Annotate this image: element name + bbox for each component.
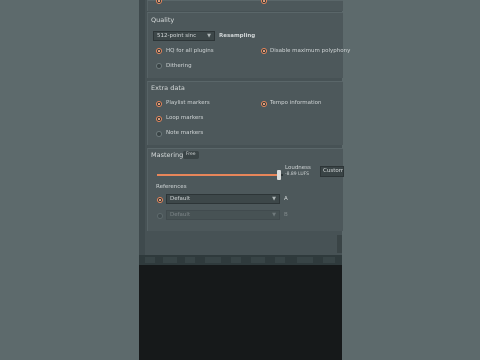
reference-a-radio[interactable] xyxy=(157,197,163,203)
loudness-value: -8.89 LUFS xyxy=(285,172,310,177)
reference-a-value: Default xyxy=(170,196,191,202)
resampling-dropdown[interactable]: 512-point sinc ▼ xyxy=(153,31,215,41)
tempo-information-label: Tempo information xyxy=(270,100,322,106)
timeline-block xyxy=(205,257,221,263)
extra-data-title: Extra data xyxy=(151,84,185,92)
timeline-block xyxy=(275,257,285,263)
hq-plugins-label: HQ for all plugins xyxy=(166,48,214,54)
reference-a-suffix: A xyxy=(284,196,288,202)
mastering-badge: Free xyxy=(183,151,199,159)
reference-b-value: Default xyxy=(170,212,191,218)
chevron-down-icon: ▼ xyxy=(272,212,276,218)
top-option-2-radio[interactable] xyxy=(261,0,267,4)
playlist-markers-radio[interactable] xyxy=(156,101,162,107)
reference-b-dropdown[interactable]: Default ▼ xyxy=(166,210,280,220)
timeline-block xyxy=(145,257,155,263)
resampling-value: 512-point sinc xyxy=(157,33,197,39)
quality-section: Quality 512-point sinc ▼ Resampling HQ f… xyxy=(147,12,350,78)
timeline-block xyxy=(297,257,313,263)
tempo-information-radio[interactable] xyxy=(261,101,267,107)
chevron-down-icon: ▼ xyxy=(207,33,211,39)
hq-plugins-radio[interactable] xyxy=(156,48,162,54)
timeline-block xyxy=(231,257,241,263)
scrollbar-handle[interactable] xyxy=(337,235,342,253)
loudness-label: Loudness xyxy=(285,165,311,171)
loudness-slider-fill xyxy=(157,174,280,176)
timeline-strip xyxy=(139,255,342,265)
top-option-1-radio[interactable] xyxy=(156,0,162,4)
loudness-slider[interactable] xyxy=(157,170,283,180)
resampling-label: Resampling xyxy=(219,33,256,39)
quality-title: Quality xyxy=(151,16,175,24)
disable-polyphony-radio[interactable] xyxy=(261,48,267,54)
loop-markers-radio[interactable] xyxy=(156,116,162,122)
dialog-left-border xyxy=(139,0,145,265)
timeline-block xyxy=(251,257,265,263)
playlist-markers-label: Playlist markers xyxy=(166,100,210,106)
reference-a-dropdown[interactable]: Default ▼ xyxy=(166,194,280,204)
disable-polyphony-label: Disable maximum polyphony xyxy=(270,48,351,54)
mastering-section: Mastering Free Loudness -8.89 LUFS Custo… xyxy=(147,148,344,231)
dark-background-area xyxy=(139,265,342,360)
timeline-block xyxy=(323,257,335,263)
extra-data-section: Extra data Playlist markers Tempo inform… xyxy=(147,81,343,145)
reference-b-suffix: B xyxy=(284,212,288,218)
chevron-down-icon: ▼ xyxy=(272,196,276,202)
note-markers-label: Note markers xyxy=(166,130,204,136)
custom-button[interactable]: Custom xyxy=(320,166,344,177)
note-markers-radio[interactable] xyxy=(156,131,162,137)
timeline-block xyxy=(185,257,195,263)
top-options-section xyxy=(147,0,343,11)
loudness-slider-handle[interactable] xyxy=(277,170,282,180)
references-label: References xyxy=(156,184,187,190)
reference-b-radio[interactable] xyxy=(157,213,163,219)
dithering-label: Dithering xyxy=(166,63,192,69)
mastering-title: Mastering xyxy=(151,151,184,159)
loop-markers-label: Loop markers xyxy=(166,115,204,121)
dithering-radio[interactable] xyxy=(156,63,162,69)
timeline-block xyxy=(163,257,177,263)
